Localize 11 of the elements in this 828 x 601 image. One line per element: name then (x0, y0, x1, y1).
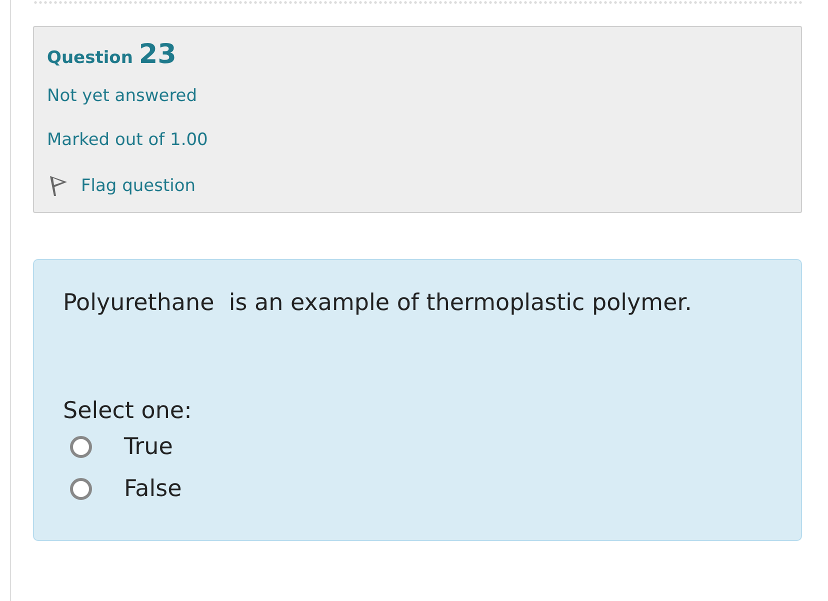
flag-icon[interactable] (47, 174, 69, 198)
answer-status: Not yet answered (47, 86, 198, 106)
radio-button[interactable] (70, 478, 92, 500)
select-prompt: Select one: (63, 398, 193, 424)
radio-button[interactable] (70, 436, 92, 458)
question-heading: Question 23 (47, 39, 178, 70)
marks-info: Marked out of 1.00 (47, 130, 209, 150)
option-label[interactable]: False (124, 476, 182, 502)
option-label[interactable]: True (124, 434, 173, 460)
flag-question-link[interactable]: Flag question (81, 176, 196, 196)
question-text: Polyurethane is an example of thermoplastic polymer. (63, 290, 693, 316)
